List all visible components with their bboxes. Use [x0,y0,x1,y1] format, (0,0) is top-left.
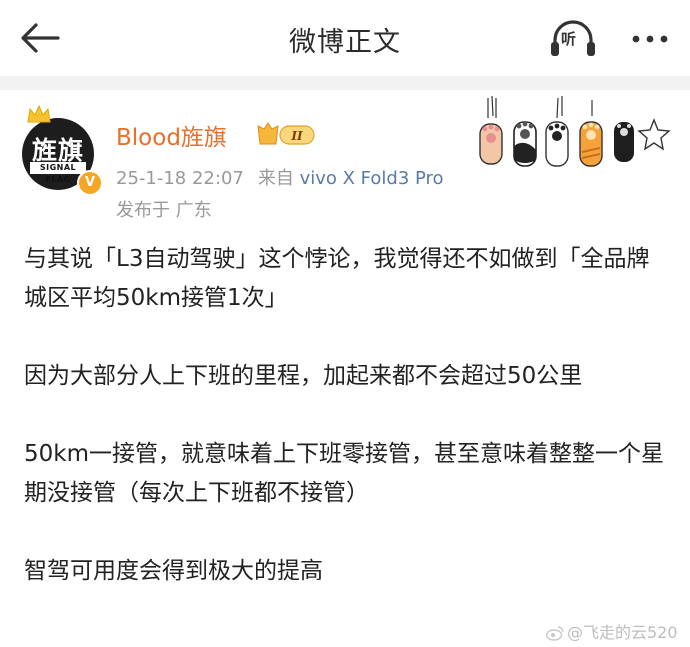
post-paragraph: 与其说「L3自动驾驶」这个悖论，我觉得还不如做到「全品牌城区平均50km接管1次… [24,246,650,311]
post-paragraph: 因为大部分人上下班的里程，加起来都不会超过50公里 [24,363,583,389]
verified-badge-icon: V [77,170,103,196]
post-paragraph: 智驾可用度会得到极大的提高 [24,558,323,584]
rank-badge-icon[interactable]: II [254,120,320,148]
avatar-logo-subtext: SIGNAL FLAG [30,162,86,184]
top-navbar: 微博正文 听 [0,0,690,76]
post-content: 与其说「L3自动驾驶」这个悖论，我觉得还不如做到「全品牌城区平均50km接管1次… [24,240,664,591]
rank-badge-label: II [290,129,303,143]
watermark: @飞走的云520 [545,619,678,643]
weibo-logo-icon [545,626,564,641]
listen-label: 听 [561,30,577,48]
more-icon [632,35,668,43]
more-button[interactable] [628,24,672,54]
cat-paw-decoration-icon [479,96,671,167]
post-timestamp: 25-1-18 22:07 [116,168,244,189]
watermark-text: @飞走的云520 [567,623,678,642]
avatar[interactable]: 旌旗 SIGNAL FLAG V [22,104,106,196]
device-link[interactable]: vivo X Fold3 Pro [300,168,444,189]
crown-icon [27,104,51,123]
author-name[interactable]: Blood旌旗 [116,118,227,152]
post-location: 发布于 广东 [116,200,212,221]
section-divider [0,76,690,90]
post-paragraph: 50km一接管，就意味着上下班零接管，甚至意味着整整一个星期没接管（每次上下班都… [24,441,664,506]
from-label: 来自 [257,168,294,189]
post-meta: 25-1-18 22:07 来自 vivo X Fold3 Pro [116,164,444,190]
listen-button[interactable]: 听 [548,18,598,60]
